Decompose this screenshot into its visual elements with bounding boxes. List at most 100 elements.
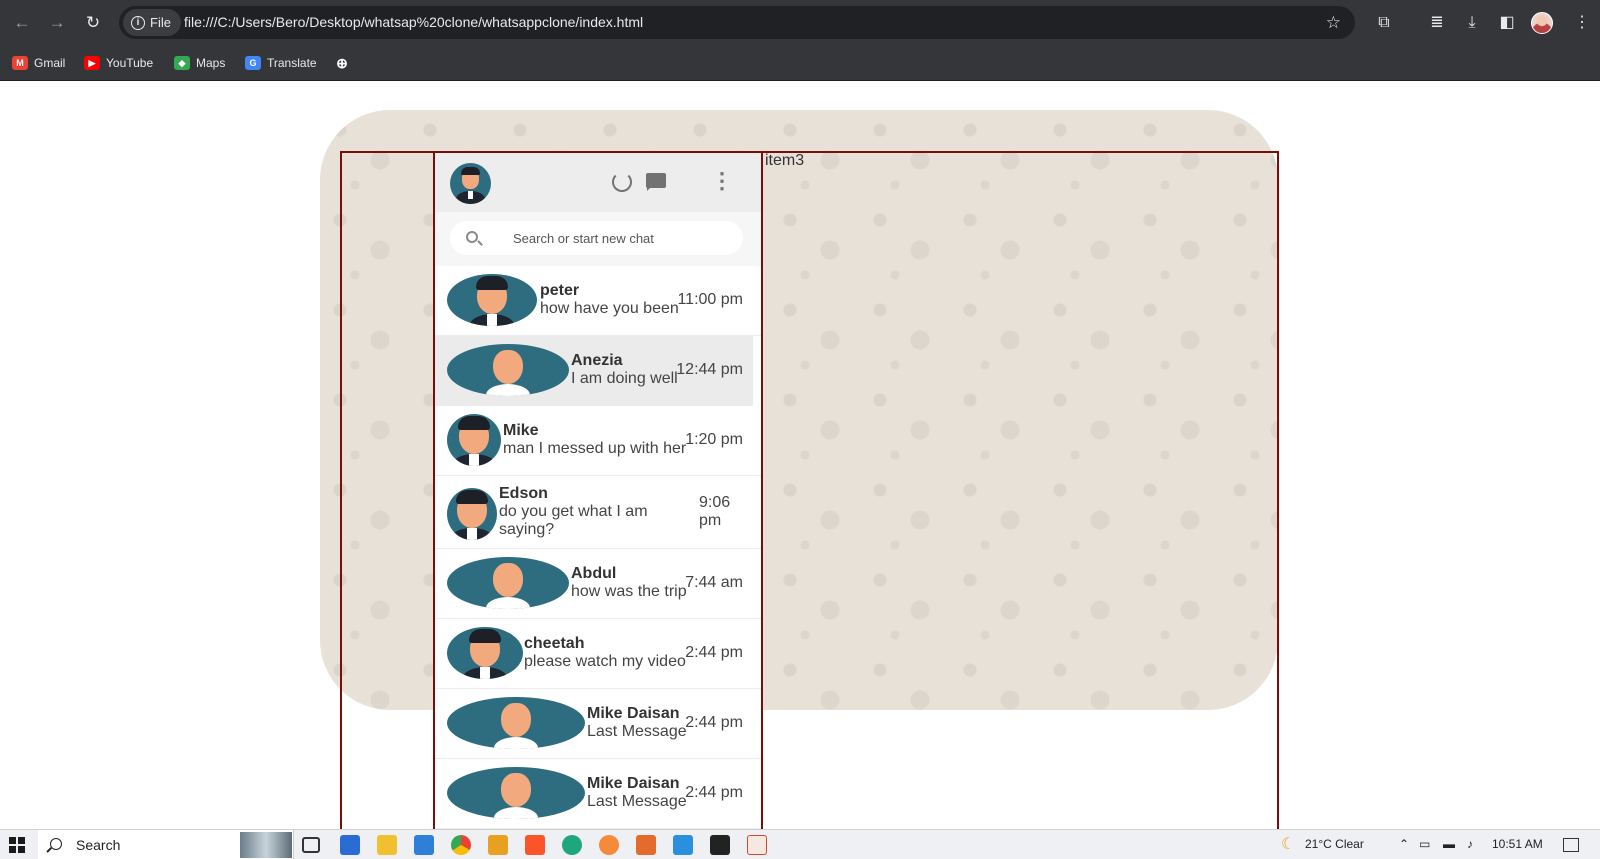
notification-icon[interactable] xyxy=(1563,838,1579,852)
chat-info: cheetah please watch my video xyxy=(524,635,686,671)
volume-icon[interactable]: ♪ xyxy=(1467,837,1473,851)
sidebar-header: ⋮ xyxy=(435,153,761,212)
contact-avatar xyxy=(447,488,497,540)
bookmark-translate[interactable]: G Translate xyxy=(245,54,317,72)
chat-list-item[interactable]: cheetah please watch my video 2:44 pm xyxy=(435,619,761,689)
network-icon[interactable]: ▭ xyxy=(1419,837,1430,851)
clock-text[interactable]: 10:51 AM xyxy=(1492,837,1543,851)
bookmark-maps[interactable]: ◆ Maps xyxy=(174,54,225,72)
message-time: 7:44 am xyxy=(685,574,743,591)
search-input[interactable] xyxy=(513,221,733,255)
last-message: please watch my video xyxy=(524,653,686,670)
bookmarks-bar: M Gmail ▶ YouTube ◆ Maps G Translate ⊕ xyxy=(0,45,1600,81)
chat-info: Mike Daisan Last Message xyxy=(587,705,687,741)
tray-chevron-icon[interactable]: ⌃ xyxy=(1399,837,1409,851)
search-icon xyxy=(50,838,62,850)
chrome-menu-icon[interactable]: ⋮ xyxy=(1571,12,1593,34)
contact-avatar xyxy=(447,697,585,749)
back-icon[interactable]: ← xyxy=(11,12,33,34)
file-explorer-icon[interactable] xyxy=(377,835,397,855)
task-view-icon[interactable] xyxy=(302,837,320,853)
message-time: 12:44 pm xyxy=(676,361,743,378)
contact-name: Mike xyxy=(503,422,539,439)
media-control-icon[interactable]: ≣ xyxy=(1426,12,1448,34)
bookmark-label: Gmail xyxy=(34,56,66,70)
chat-info: peter how have you been xyxy=(540,282,679,318)
bookmark-youtube[interactable]: ▶ YouTube xyxy=(84,54,153,72)
mail-icon[interactable] xyxy=(414,835,434,855)
weather-moon-icon: ☾ xyxy=(1281,836,1296,853)
forward-icon[interactable]: → xyxy=(46,12,68,34)
chat-list-item[interactable]: Mike Daisan Last Message 2:44 pm xyxy=(435,689,761,759)
battery-icon[interactable]: ▬ xyxy=(1443,837,1455,851)
side-panel-icon[interactable]: ◧ xyxy=(1496,12,1518,34)
edge-icon[interactable] xyxy=(562,835,582,855)
terminal-icon[interactable] xyxy=(710,835,730,855)
last-message: Last Message xyxy=(587,793,687,810)
address-bar[interactable]: i File file:///C:/Users/Bero/Desktop/wha… xyxy=(119,6,1355,39)
url-text[interactable]: file:///C:/Users/Bero/Desktop/whatsap%20… xyxy=(184,6,643,39)
search-icon xyxy=(466,231,478,243)
contact-avatar xyxy=(447,767,585,819)
search-box[interactable] xyxy=(450,221,743,255)
chat-list-item[interactable]: Anezia I am doing well 12:44 pm xyxy=(435,336,753,406)
contact-name: Mike Daisan xyxy=(587,775,680,792)
contact-name: Edson xyxy=(499,485,548,502)
chat-info: Anezia I am doing well xyxy=(571,352,678,388)
store-icon[interactable] xyxy=(340,835,360,855)
chat-list-item[interactable]: Edson do you get what I am saying? 9:06 … xyxy=(435,476,761,549)
chat-info: Abdul how was the trip xyxy=(571,565,687,601)
bookmark-star-icon[interactable]: ☆ xyxy=(1326,13,1341,33)
bookmark-globe[interactable]: ⊕ xyxy=(334,54,350,72)
contact-name: Anezia xyxy=(571,352,623,369)
browser-toolbar: ← → ↻ i File file:///C:/Users/Bero/Deskt… xyxy=(0,0,1600,45)
app-icon-2[interactable] xyxy=(747,835,767,855)
chat-list-item[interactable]: Abdul how was the trip 7:44 am xyxy=(435,549,761,619)
sublime-icon[interactable] xyxy=(488,835,508,855)
app-icon[interactable] xyxy=(599,835,619,855)
extensions-icon[interactable]: ⧉ xyxy=(1373,12,1395,34)
chrome-icon[interactable] xyxy=(451,835,471,855)
chat-info: Mike Daisan Last Message xyxy=(587,775,687,811)
chat-list-item[interactable]: Mike Daisan Last Message 2:44 pm xyxy=(435,759,761,829)
maps-icon: ◆ xyxy=(174,56,190,70)
taskbar-search[interactable]: Search xyxy=(38,830,294,859)
bookmark-gmail[interactable]: M Gmail xyxy=(12,54,65,72)
message-time: 9:06 pm xyxy=(699,494,731,529)
weather-text[interactable]: 21°C Clear xyxy=(1305,837,1364,851)
last-message: I am doing well xyxy=(571,370,678,387)
chat-sidebar: ⋮ peter how have you been 11:00 pm Anezi… xyxy=(435,153,761,833)
last-message: Last Message xyxy=(587,723,687,740)
chat-info: Edson do you get what I am saying? xyxy=(499,485,669,539)
message-time: 2:44 pm xyxy=(685,784,743,801)
contact-name: cheetah xyxy=(524,635,585,652)
brave-icon[interactable] xyxy=(525,835,545,855)
last-message: how was the trip xyxy=(571,583,687,600)
my-profile-avatar[interactable] xyxy=(450,163,491,204)
taskbar-search-label: Search xyxy=(76,837,121,853)
message-time: 2:44 pm xyxy=(685,644,743,661)
gmail-icon: M xyxy=(12,56,28,70)
xampp-icon[interactable] xyxy=(636,835,656,855)
site-info-chip[interactable]: i File xyxy=(123,9,181,36)
reload-icon[interactable]: ↻ xyxy=(82,12,104,34)
new-chat-icon[interactable] xyxy=(643,169,669,195)
last-message: how have you been xyxy=(540,300,679,317)
info-icon: i xyxy=(131,15,145,30)
youtube-icon: ▶ xyxy=(84,56,100,70)
chat-list-item[interactable]: peter how have you been 11:00 pm xyxy=(435,266,761,336)
contact-avatar xyxy=(447,557,569,609)
profile-avatar[interactable] xyxy=(1531,12,1553,34)
message-time: 2:44 pm xyxy=(685,714,743,731)
translate-icon: G xyxy=(245,56,261,70)
status-icon[interactable] xyxy=(609,169,635,195)
vscode-icon[interactable] xyxy=(673,835,693,855)
more-options-icon[interactable]: ⋮ xyxy=(709,169,735,195)
site-info-label: File xyxy=(150,15,171,30)
chat-list-item[interactable]: Mike man I messed up with her 1:20 pm xyxy=(435,406,761,476)
download-icon[interactable]: ⤓ xyxy=(1461,12,1483,34)
bookmark-label: Maps xyxy=(196,56,226,70)
contact-avatar xyxy=(447,344,569,396)
contact-avatar xyxy=(447,414,501,466)
start-button[interactable] xyxy=(9,837,25,853)
